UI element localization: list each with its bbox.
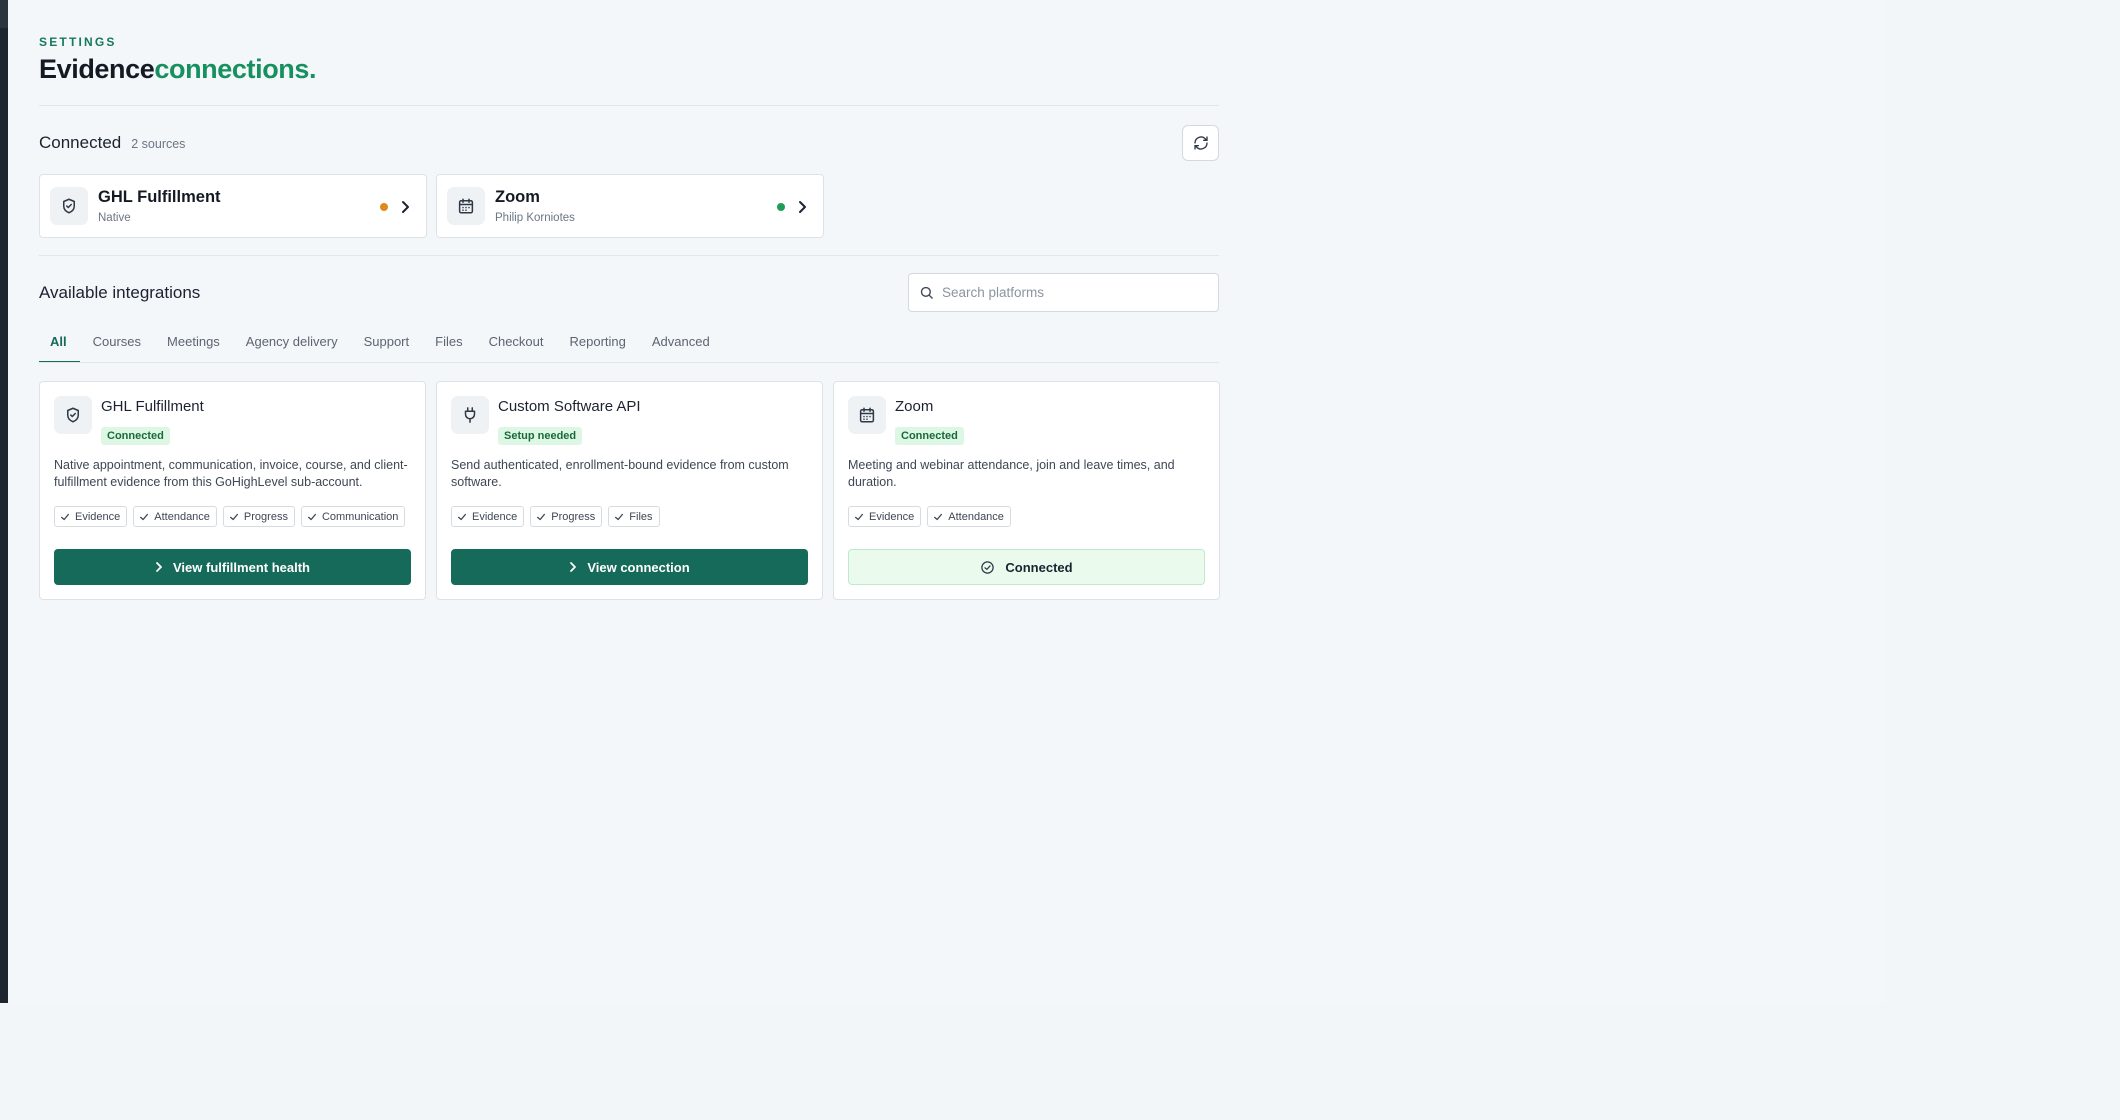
chevron-right-icon (570, 562, 577, 572)
status-dot-ok (777, 203, 785, 211)
integration-name: Custom Software API (498, 398, 641, 415)
search-input[interactable] (942, 285, 1202, 300)
status-dot-warning (380, 203, 388, 211)
capability-chip: Evidence (451, 506, 525, 527)
check-icon (537, 513, 546, 520)
chip-label: Attendance (948, 510, 1004, 523)
capability-chips: Evidence Attendance Progress Communicati… (54, 506, 406, 527)
check-icon (855, 513, 863, 520)
capability-chips: Evidence Progress Files (451, 506, 660, 527)
integration-name: Zoom (895, 398, 934, 415)
section-eyebrow: SETTINGS (39, 35, 117, 49)
connected-status-button[interactable]: Connected (848, 549, 1205, 585)
integration-card-zoom: Zoom Connected Meeting and webinar atten… (833, 381, 1220, 600)
calendar-icon (848, 396, 886, 434)
chevron-right-icon (156, 562, 162, 572)
connected-source-meta: Philip Korniotes (495, 212, 575, 224)
capability-chip: Evidence (848, 506, 922, 527)
chip-label: Attendance (154, 510, 210, 523)
check-icon (615, 513, 624, 520)
refresh-button[interactable] (1182, 125, 1219, 161)
integration-name: GHL Fulfillment (101, 398, 204, 415)
tab-all[interactable]: All (39, 322, 80, 363)
available-header: Available integrations (39, 283, 200, 303)
chip-label: Evidence (472, 510, 518, 523)
search-icon (920, 286, 933, 299)
integration-description: Meeting and webinar attendance, join and… (848, 458, 1175, 489)
connected-source-meta: Native (98, 212, 131, 224)
tab-support[interactable]: Support (351, 322, 423, 362)
viewport-background (0, 1003, 2120, 1120)
capability-chip: Progress (222, 506, 295, 527)
tab-courses[interactable]: Courses (80, 322, 154, 362)
chevron-right-icon (402, 201, 409, 213)
sidebar-accent (0, 0, 8, 28)
chip-label: Progress (243, 510, 288, 523)
tab-meetings[interactable]: Meetings (154, 322, 233, 362)
capability-chip: Files (608, 506, 660, 527)
status-badge: Setup needed (498, 427, 583, 445)
platform-search[interactable] (908, 273, 1219, 312)
capability-chip: Attendance (133, 506, 217, 527)
chip-label: Progress (551, 510, 596, 523)
connected-source-name: Zoom (495, 188, 540, 206)
connected-divider (39, 255, 1219, 256)
integration-card-custom-api: Custom Software API Setup needed Send au… (436, 381, 823, 600)
tabs-divider (39, 362, 1219, 363)
main-panel: SETTINGS Evidenceconnections. Connected … (8, 0, 1885, 1003)
page-title-accent: connections. (154, 54, 317, 84)
check-icon (934, 513, 943, 520)
connected-title: Connected (39, 133, 122, 152)
available-title: Available integrations (39, 283, 201, 302)
connected-source-zoom[interactable]: Zoom Philip Korniotes (436, 174, 824, 238)
connected-source-ghl[interactable]: GHL Fulfillment Native (39, 174, 427, 238)
app-sidebar-edge (0, 0, 8, 1003)
connected-header: Connected 2 sources (39, 133, 185, 153)
check-icon (229, 513, 238, 520)
capability-chip: Progress (530, 506, 603, 527)
chip-label: Files (629, 510, 653, 523)
view-connection-button[interactable]: View connection (451, 549, 808, 585)
connected-source-name: GHL Fulfillment (98, 188, 221, 206)
chip-label: Communication (321, 510, 399, 523)
button-label: View connection (587, 559, 690, 575)
shield-check-icon (54, 396, 92, 434)
button-label: View fulfillment health (172, 559, 310, 575)
view-fulfillment-health-button[interactable]: View fulfillment health (54, 549, 411, 585)
integration-description: Native appointment, communication, invoi… (54, 458, 408, 489)
tab-advanced[interactable]: Advanced (639, 322, 723, 362)
chevron-right-icon (799, 201, 806, 213)
tab-files[interactable]: Files (422, 322, 475, 362)
check-icon (458, 513, 466, 520)
calendar-icon (447, 187, 485, 225)
chip-label: Evidence (869, 510, 915, 523)
capability-chip: Attendance (927, 506, 1011, 527)
shield-check-icon (50, 187, 88, 225)
check-icon (140, 513, 149, 520)
capability-chips: Evidence Attendance (848, 506, 1011, 527)
capability-chip: Evidence (54, 506, 128, 527)
tab-agency-delivery[interactable]: Agency delivery (233, 322, 351, 362)
refresh-icon (1193, 136, 1208, 150)
check-icon (307, 513, 316, 520)
tab-checkout[interactable]: Checkout (476, 322, 557, 362)
status-badge: Connected (101, 427, 170, 445)
header-divider (39, 105, 1219, 106)
connected-count: 2 sources (131, 137, 186, 151)
page-title: Evidenceconnections. (39, 54, 317, 85)
plug-icon (451, 396, 489, 434)
tab-reporting[interactable]: Reporting (557, 322, 639, 362)
status-badge: Connected (895, 427, 964, 445)
integration-card-ghl: GHL Fulfillment Connected Native appoint… (39, 381, 426, 600)
capability-chip: Communication (300, 506, 406, 527)
button-label: Connected (1005, 559, 1073, 575)
check-circle-icon (981, 560, 995, 574)
integration-description: Send authenticated, enrollment-bound evi… (451, 458, 789, 489)
page-title-main: Evidence (39, 54, 155, 84)
check-icon (61, 513, 69, 520)
category-tabs: All Courses Meetings Agency delivery Sup… (39, 322, 723, 363)
chip-label: Evidence (75, 510, 121, 523)
